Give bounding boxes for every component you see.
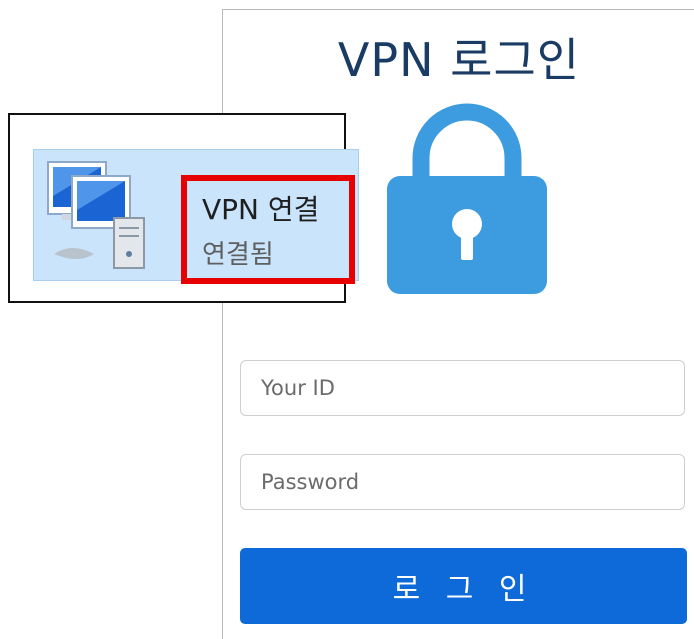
password-input[interactable] [240,454,685,510]
vpn-connection-name: VPN 연결 [202,193,320,226]
vpn-connection-callout: VPN 연결 연결됨 [8,113,359,303]
user-id-input[interactable] [240,360,685,416]
vpn-login-panel: VPN 로그인 로 그 인 [222,9,694,639]
page-title: VPN 로그인 [337,33,581,87]
network-connection-icon [47,161,145,269]
vpn-connection-status: 연결됨 [202,240,274,270]
login-button[interactable]: 로 그 인 [240,548,687,624]
lock-icon [387,103,547,294]
vpn-connection-item[interactable]: VPN 연결 연결됨 [33,149,359,284]
